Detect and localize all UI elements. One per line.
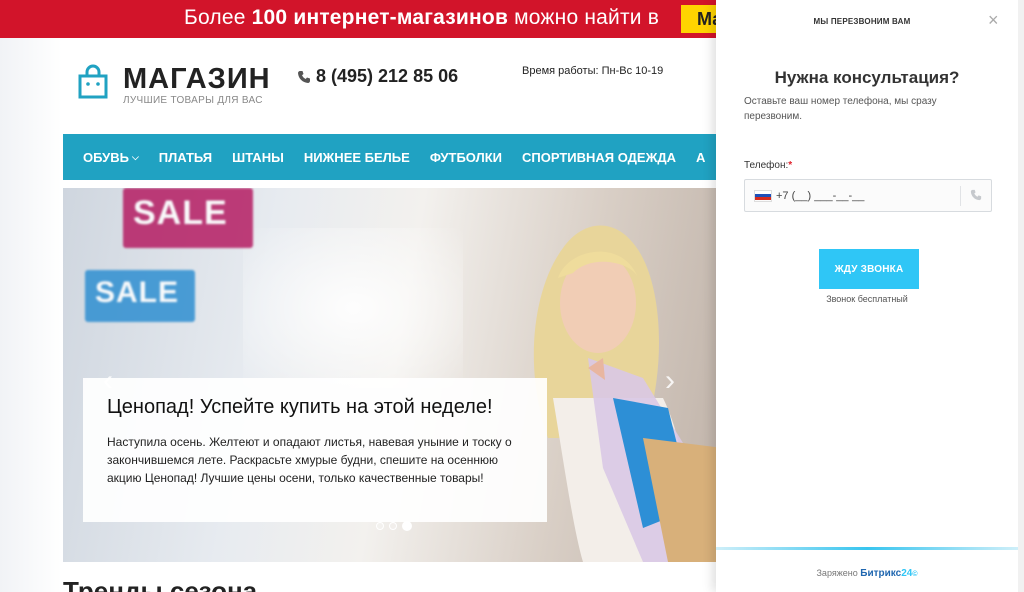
phone-number: 8 (495) 212 85 06 bbox=[316, 66, 459, 86]
russia-flag-icon[interactable] bbox=[754, 189, 772, 202]
bitrix24-logo: Битрикс24© bbox=[860, 568, 918, 579]
working-hours: Время работы: Пн-Вс 10-19 bbox=[522, 65, 664, 77]
phone-input[interactable]: +7 (__) ___-__-__ bbox=[744, 179, 992, 212]
phone-input-value[interactable]: +7 (__) ___-__-__ bbox=[776, 190, 864, 202]
nav-item-shoes[interactable]: ОБУВЬ ⌵ bbox=[83, 150, 139, 165]
shopping-bag-icon bbox=[78, 64, 108, 99]
nav-item-dresses[interactable]: ПЛАТЬЯ bbox=[159, 150, 212, 165]
slider-next-arrow[interactable]: › bbox=[665, 364, 675, 398]
store-phone[interactable]: 8 (495) 212 85 06 bbox=[297, 66, 458, 87]
hero-slider[interactable]: SALE SALE ‹ › Ценопад! Успейте купить на… bbox=[63, 188, 716, 562]
nav-item-sportswear[interactable]: СПОРТИВНАЯ ОДЕЖДА bbox=[522, 150, 676, 165]
page-scrollbar[interactable] bbox=[1018, 0, 1024, 592]
store-page: МАГАЗИН ЛУЧШИЕ ТОВАРЫ ДЛЯ ВАС 8 (495) 21… bbox=[0, 38, 716, 592]
nav-item-underwear[interactable]: НИЖНЕЕ БЕЛЬЕ bbox=[304, 150, 410, 165]
logo-subtitle: ЛУЧШИЕ ТОВАРЫ ДЛЯ ВАС bbox=[123, 95, 263, 106]
phone-field-label: Телефон:* bbox=[744, 160, 793, 171]
phone-icon bbox=[970, 189, 982, 201]
panel-header: МЫ ПЕРЕЗВОНИМ ВАМ × bbox=[716, 0, 1018, 42]
banner-text: Более 100 интернет-магазинов можно найти… bbox=[184, 6, 660, 29]
close-icon[interactable]: × bbox=[988, 11, 1004, 29]
powered-by[interactable]: Заряжено Битрикс24© bbox=[716, 568, 1018, 579]
slider-dot-3-active[interactable] bbox=[402, 521, 412, 531]
sale-sign-pink: SALE bbox=[123, 188, 253, 248]
section-title: Тренды сезона bbox=[63, 576, 258, 592]
panel-description: Оставьте ваш номер телефона, мы сразу пе… bbox=[744, 96, 937, 122]
callback-panel: МЫ ПЕРЕЗВОНИМ ВАМ × Нужна консультация? … bbox=[716, 0, 1018, 592]
hero-light-decor bbox=[243, 228, 463, 388]
slide-title: Ценопад! Успейте купить на этой неделе! bbox=[107, 396, 493, 418]
panel-footer-line bbox=[716, 547, 1018, 550]
slider-dots bbox=[376, 521, 417, 531]
chevron-down-icon: ⌵ bbox=[131, 151, 139, 162]
logo-title: МАГАЗИН bbox=[123, 63, 271, 95]
logo-text: МАГАЗИН ЛУЧШИЕ ТОВАРЫ ДЛЯ ВАС bbox=[123, 64, 271, 106]
slide-caption: Ценопад! Успейте купить на этой неделе! … bbox=[83, 378, 547, 522]
slider-dot-1[interactable] bbox=[376, 522, 384, 530]
nav-item-more[interactable]: А bbox=[696, 150, 705, 165]
required-mark: * bbox=[788, 160, 793, 171]
free-call-note: Звонок бесплатный bbox=[826, 294, 908, 304]
slider-dot-2[interactable] bbox=[389, 522, 397, 530]
slide-text: Наступила осень. Желтеют и опадают листь… bbox=[107, 435, 512, 485]
submit-callback-button[interactable]: ЖДУ ЗВОНКА bbox=[819, 249, 919, 289]
sale-sign-blue: SALE bbox=[85, 270, 195, 322]
store-logo[interactable]: МАГАЗИН ЛУЧШИЕ ТОВАРЫ ДЛЯ ВАС bbox=[77, 64, 271, 106]
nav-item-pants[interactable]: ШТАНЫ bbox=[232, 150, 284, 165]
panel-title: Нужна консультация? bbox=[774, 68, 960, 87]
main-navigation: ОБУВЬ ⌵ ПЛАТЬЯ ШТАНЫ НИЖНЕЕ БЕЛЬЕ ФУТБОЛК… bbox=[63, 134, 716, 180]
panel-header-title: МЫ ПЕРЕЗВОНИМ ВАМ bbox=[813, 16, 911, 26]
phone-icon bbox=[298, 70, 310, 83]
phone-field-divider bbox=[960, 186, 961, 206]
nav-item-tshirts[interactable]: ФУТБОЛКИ bbox=[430, 150, 502, 165]
page-background-decor bbox=[0, 38, 62, 592]
